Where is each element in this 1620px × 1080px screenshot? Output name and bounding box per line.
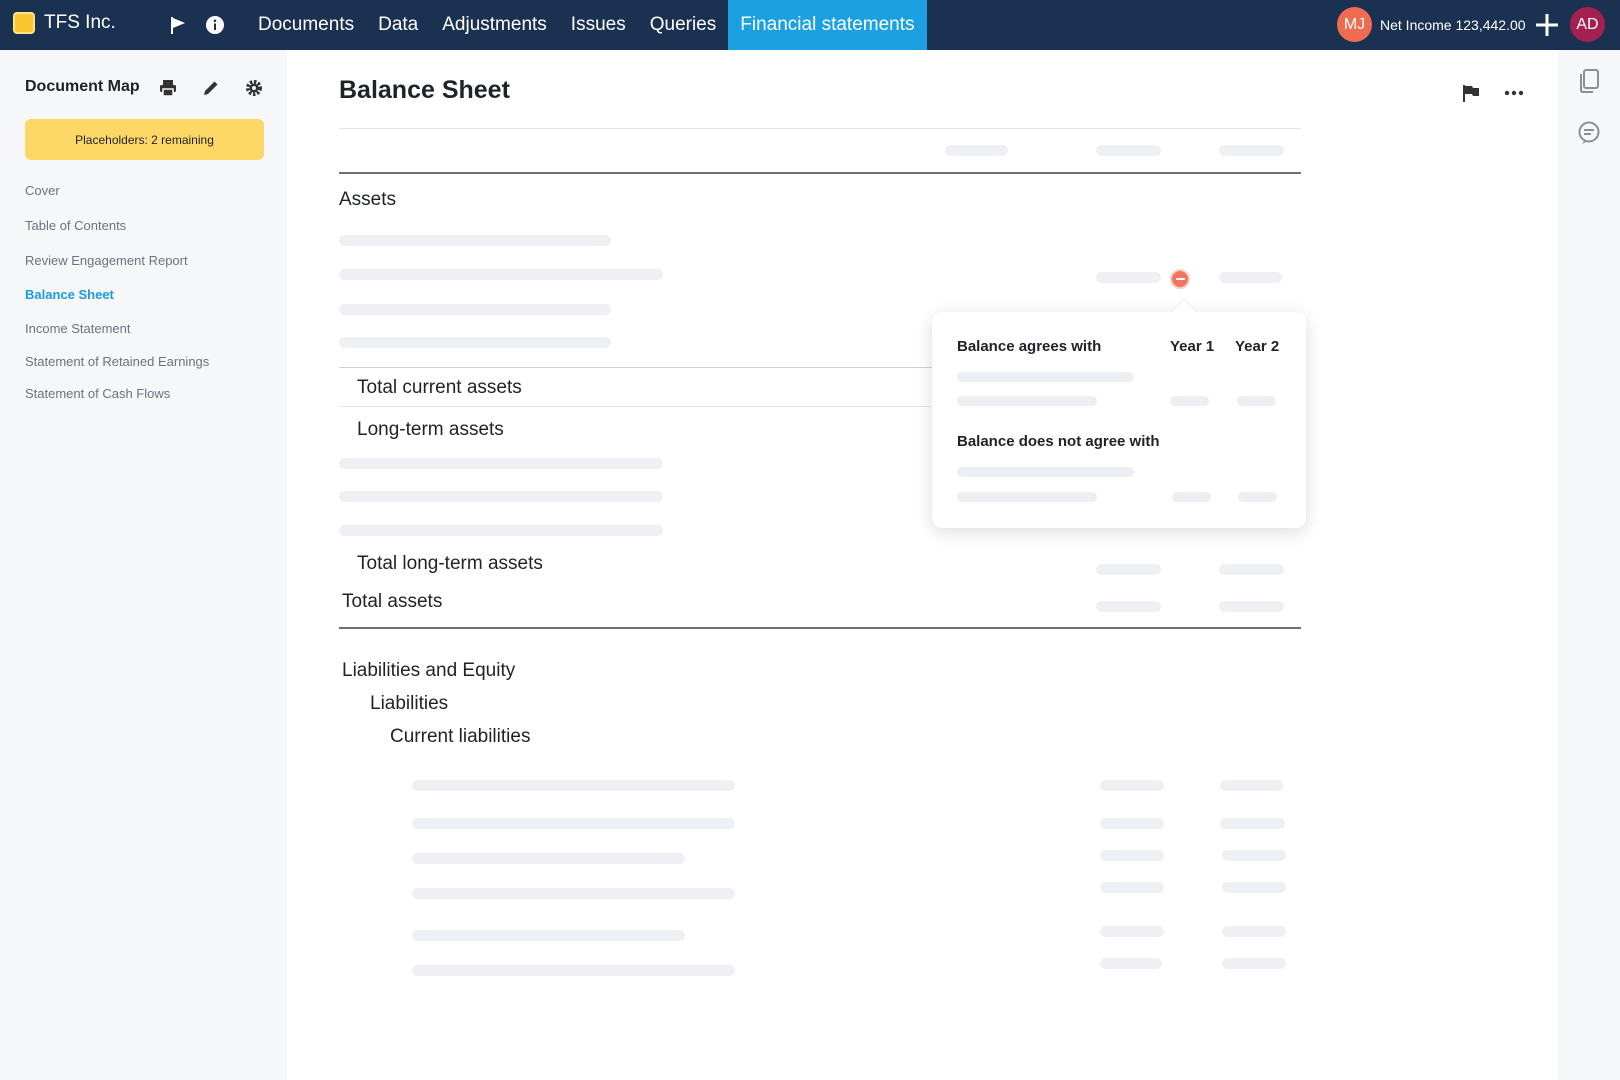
row-placeholder	[339, 458, 663, 469]
total-long-term-assets-label: Total long-term assets	[357, 553, 543, 574]
copy-icon[interactable]	[1577, 68, 1601, 94]
popover-row-placeholder	[957, 467, 1134, 477]
doc-item-table-of-contents[interactable]: Table of Contents	[25, 218, 126, 233]
doc-item-review-engagement-report[interactable]: Review Engagement Report	[25, 253, 188, 268]
company-name[interactable]: TFS Inc.	[44, 12, 116, 34]
column-header-placeholder	[1219, 145, 1284, 156]
row-placeholder	[412, 818, 735, 829]
tab-documents[interactable]: Documents	[246, 0, 366, 50]
section-divider	[339, 172, 1301, 174]
balance-not-agrees-heading: Balance does not agree with	[957, 433, 1160, 450]
document-map-title: Document Map	[25, 78, 140, 95]
popover-value-placeholder	[1237, 396, 1276, 406]
doc-item-balance-sheet[interactable]: Balance Sheet	[25, 287, 114, 302]
page-title: Balance Sheet	[339, 76, 510, 104]
tab-data[interactable]: Data	[366, 0, 430, 50]
more-icon[interactable]	[1501, 80, 1527, 106]
row-placeholder	[339, 235, 611, 246]
popover-caret	[1172, 300, 1196, 324]
row-placeholder	[412, 930, 685, 941]
value-placeholder	[1100, 926, 1164, 937]
value-placeholder	[1100, 850, 1164, 861]
value-placeholder	[1096, 564, 1161, 575]
popover-value-placeholder	[1172, 492, 1211, 502]
value-placeholder	[1096, 601, 1161, 612]
value-placeholder	[1100, 818, 1164, 829]
comment-icon[interactable]	[1577, 120, 1601, 146]
column-header-placeholder	[945, 145, 1008, 156]
row-placeholder	[339, 304, 611, 315]
net-income-label: Net Income 123,442.00	[1380, 17, 1526, 33]
flag-icon[interactable]	[1458, 80, 1484, 106]
popover-value-placeholder	[1170, 396, 1209, 406]
print-icon[interactable]	[157, 77, 179, 99]
tab-queries[interactable]: Queries	[638, 0, 729, 50]
row-placeholder	[339, 269, 663, 280]
plus-icon[interactable]	[1533, 11, 1561, 39]
row-placeholder	[412, 965, 735, 976]
main-nav: Documents Data Adjustments Issues Querie…	[246, 0, 927, 50]
balance-check-popover: Balance agrees with Year 1 Year 2 Balanc…	[932, 300, 1306, 528]
row-placeholder	[412, 853, 685, 864]
total-assets-label: Total assets	[342, 591, 443, 612]
avatar-mj[interactable]: MJ	[1337, 7, 1372, 42]
value-placeholder	[1219, 564, 1284, 575]
section-divider	[339, 627, 1301, 629]
placeholders-badge[interactable]: Placeholders: 2 remaining	[25, 119, 264, 160]
popover-row-placeholder	[957, 372, 1134, 382]
doc-item-statement-of-cash-flows[interactable]: Statement of Cash Flows	[25, 386, 170, 401]
value-placeholder	[1219, 272, 1282, 283]
avatar-ad[interactable]: AD	[1570, 7, 1605, 42]
popover-row-placeholder	[957, 396, 1097, 406]
popover-row-placeholder	[957, 492, 1097, 502]
value-placeholder	[1222, 958, 1286, 969]
long-term-assets-label: Long-term assets	[357, 419, 504, 440]
tab-issues[interactable]: Issues	[559, 0, 638, 50]
row-placeholder	[412, 780, 735, 791]
tab-financial-statements[interactable]: Financial statements	[728, 0, 927, 50]
value-placeholder	[1100, 780, 1164, 791]
balance-agrees-heading: Balance agrees with	[957, 338, 1102, 355]
value-placeholder	[1220, 780, 1283, 791]
value-placeholder	[1100, 958, 1162, 969]
document-map-sidebar: Document Map Placeholders: 2 remaining C…	[0, 50, 287, 1080]
doc-item-cover[interactable]: Cover	[25, 183, 60, 198]
title-divider	[339, 128, 1301, 129]
logo-icon	[13, 12, 35, 34]
gear-icon[interactable]	[243, 77, 265, 99]
row-placeholder	[339, 337, 611, 348]
assets-heading: Assets	[339, 189, 397, 210]
doc-item-statement-of-retained-earnings[interactable]: Statement of Retained Earnings	[25, 354, 209, 369]
popover-value-placeholder	[1238, 492, 1277, 502]
top-bar: TFS Inc. Documents Data Adjustments Issu…	[0, 0, 1620, 50]
row-placeholder	[339, 525, 663, 536]
right-rail	[1558, 50, 1620, 1080]
row-placeholder	[339, 491, 663, 502]
value-placeholder	[1100, 882, 1164, 893]
balance-warning-icon[interactable]	[1170, 269, 1190, 289]
value-placeholder	[1222, 850, 1286, 861]
row-placeholder	[412, 888, 735, 899]
year2-heading: Year 2	[1235, 338, 1280, 355]
liabilities-and-equity-heading: Liabilities and Equity	[342, 660, 516, 681]
doc-item-income-statement[interactable]: Income Statement	[25, 321, 131, 336]
tab-adjustments[interactable]: Adjustments	[430, 0, 559, 50]
flag-icon[interactable]	[166, 13, 190, 37]
total-current-assets-label: Total current assets	[357, 377, 522, 398]
value-placeholder	[1219, 601, 1284, 612]
pencil-icon[interactable]	[200, 77, 222, 99]
value-placeholder	[1222, 926, 1286, 937]
year1-heading: Year 1	[1170, 338, 1215, 355]
value-placeholder	[1220, 818, 1285, 829]
liabilities-heading: Liabilities	[370, 693, 449, 714]
info-icon[interactable]	[203, 13, 227, 37]
value-placeholder	[1222, 882, 1286, 893]
value-placeholder	[1096, 272, 1161, 283]
current-liabilities-heading: Current liabilities	[390, 726, 531, 747]
column-header-placeholder	[1096, 145, 1161, 156]
